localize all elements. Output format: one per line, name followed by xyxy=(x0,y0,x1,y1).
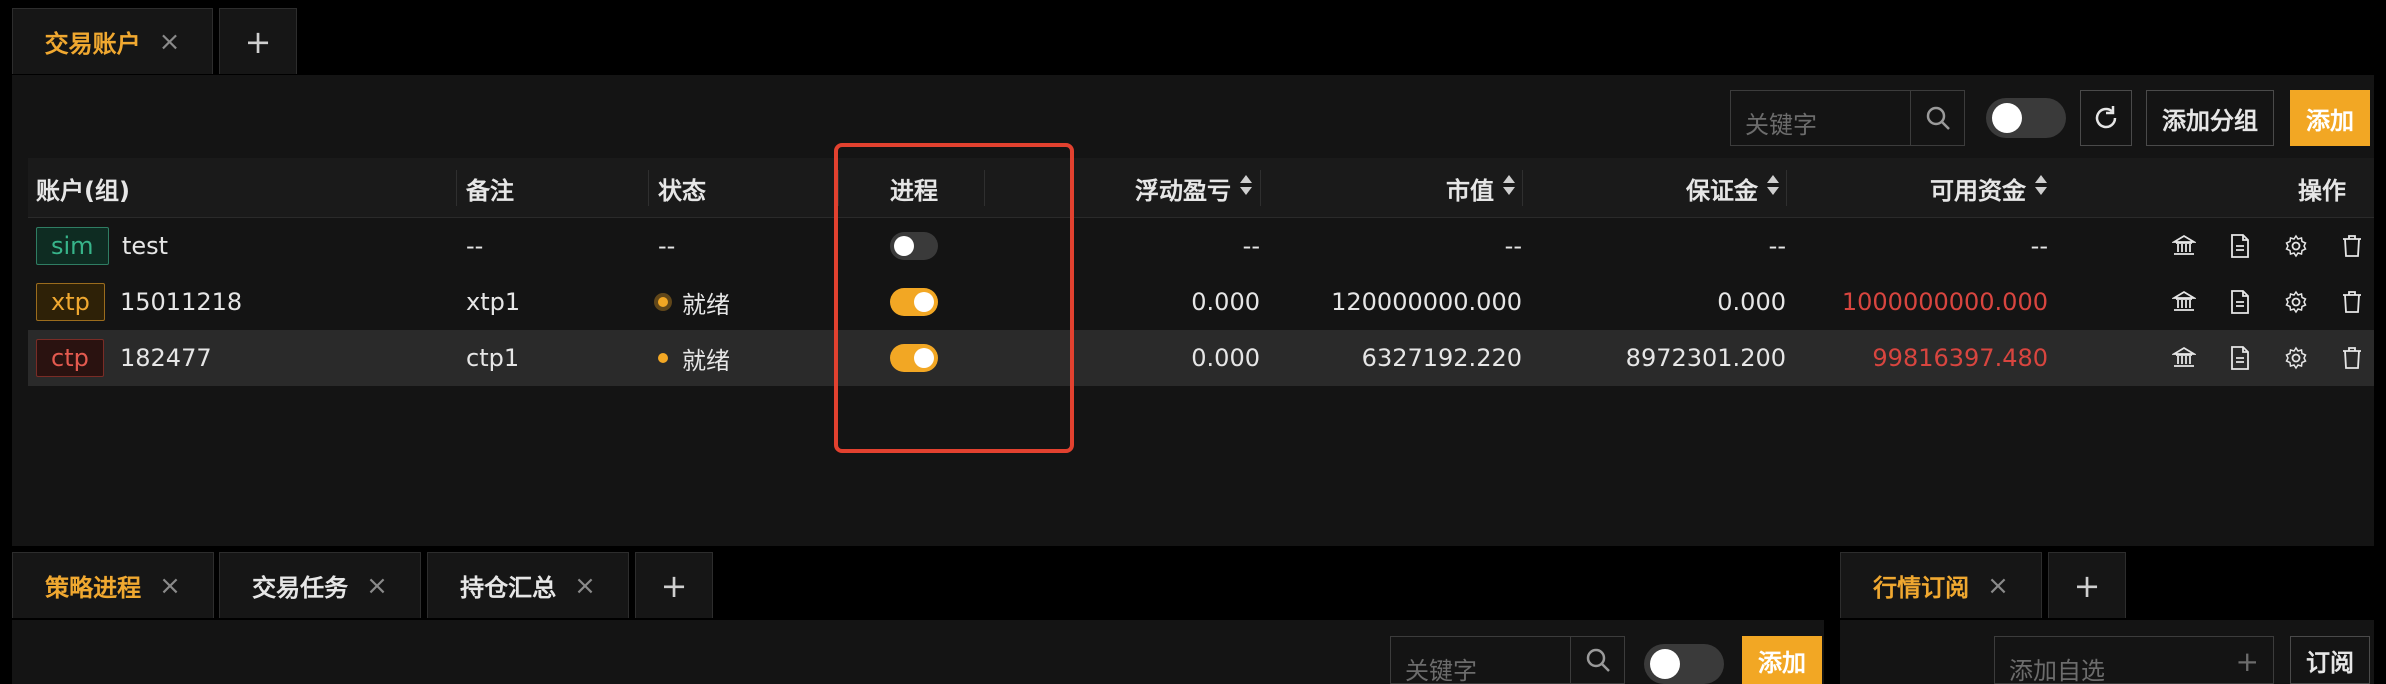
file-icon[interactable] xyxy=(2222,218,2258,274)
col-note: 备注 xyxy=(466,176,514,205)
close-icon[interactable]: × xyxy=(159,571,181,601)
col-float-pnl-label: 浮动盈亏 xyxy=(1135,176,1231,205)
col-status: 状态 xyxy=(658,176,706,205)
col-margin-label: 保证金 xyxy=(1686,176,1758,205)
add-tab-button[interactable]: + xyxy=(219,8,297,74)
search-placeholder: 关键字 xyxy=(1405,657,1477,684)
sort-icon[interactable] xyxy=(2034,173,2048,203)
search-input[interactable]: 关键字 xyxy=(1390,636,1625,684)
market-value-cell: 120000000.000 xyxy=(1331,288,1522,316)
status-cell: -- xyxy=(658,232,676,260)
note-cell: xtp1 xyxy=(466,288,521,316)
col-available[interactable]: 可用资金 xyxy=(1798,158,2048,218)
tab-trade-tasks[interactable]: 交易任务 × xyxy=(219,552,421,618)
trash-icon[interactable] xyxy=(2334,274,2370,330)
tab-position-summary[interactable]: 持仓汇总 × xyxy=(427,552,629,618)
col-margin[interactable]: 保证金 xyxy=(1528,158,1780,218)
tab-label: 交易账户 xyxy=(44,30,141,58)
add-tab-button[interactable]: + xyxy=(2048,552,2126,618)
gear-icon[interactable] xyxy=(2278,330,2314,386)
tab-market-subscription[interactable]: 行情订阅 × xyxy=(1840,552,2042,618)
note-cell: -- xyxy=(466,232,484,260)
available-cell: 1000000000.000 xyxy=(1841,288,2048,316)
col-actions: 操作 xyxy=(2298,176,2346,205)
tab-label: 策略进程 xyxy=(45,574,142,602)
bank-icon[interactable] xyxy=(2166,218,2202,274)
note-cell: ctp1 xyxy=(466,344,520,372)
process-toggle[interactable] xyxy=(890,288,938,316)
process-toggle[interactable] xyxy=(890,232,938,260)
table-row[interactable]: ctp 182477 ctp1 就绪 0.000 6327192.220 897… xyxy=(28,330,2374,386)
col-available-label: 可用资金 xyxy=(1930,176,2026,205)
add-tab-button[interactable]: + xyxy=(635,552,713,618)
tab-label: 交易任务 xyxy=(252,574,349,602)
status-dot xyxy=(658,353,668,363)
gear-icon[interactable] xyxy=(2278,218,2314,274)
sort-icon[interactable] xyxy=(1239,173,1253,203)
close-icon[interactable]: × xyxy=(366,571,388,601)
bank-icon[interactable] xyxy=(2166,274,2202,330)
file-icon[interactable] xyxy=(2222,330,2258,386)
col-market-value[interactable]: 市值 xyxy=(1268,158,1516,218)
process-toggle[interactable] xyxy=(890,344,938,372)
float-pnl-cell: 0.000 xyxy=(1191,344,1260,372)
tab-label: 行情订阅 xyxy=(1873,574,1970,602)
sort-icon[interactable] xyxy=(1766,173,1780,203)
table-row[interactable]: sim test -- -- -- -- -- -- xyxy=(28,218,2374,274)
account-id: test xyxy=(122,232,169,260)
margin-cell: 0.000 xyxy=(1717,288,1786,316)
account-id: 15011218 xyxy=(120,288,243,316)
float-pnl-cell: 0.000 xyxy=(1191,288,1260,316)
account-type-tag: sim xyxy=(36,227,109,265)
margin-cell: -- xyxy=(1768,232,1786,260)
search-placeholder: 关键字 xyxy=(1745,111,1817,139)
col-process: 进程 xyxy=(890,176,938,205)
tab-label: 持仓汇总 xyxy=(460,574,557,602)
col-market-value-label: 市值 xyxy=(1446,176,1494,205)
account-id: 182477 xyxy=(120,344,212,372)
subscribe-button[interactable]: 订阅 xyxy=(2290,636,2370,684)
sort-icon[interactable] xyxy=(1502,173,1516,203)
market-value-cell: 6327192.220 xyxy=(1361,344,1522,372)
search-icon[interactable] xyxy=(1570,637,1624,683)
float-pnl-cell: -- xyxy=(1242,232,1260,260)
tab-trading-accounts[interactable]: 交易账户 × xyxy=(12,8,213,74)
table-row[interactable]: xtp 15011218 xtp1 就绪 0.000 120000000.000… xyxy=(28,274,2374,330)
plus-icon[interactable]: + xyxy=(2236,645,2259,678)
status-dot xyxy=(658,297,668,307)
add-watchlist-input[interactable]: 添加自选 + xyxy=(1994,636,2274,684)
close-icon[interactable]: × xyxy=(574,571,596,601)
top-tabbar: 交易账户 × + xyxy=(0,8,2386,74)
refresh-button[interactable] xyxy=(2080,90,2132,146)
market-value-cell: -- xyxy=(1504,232,1522,260)
file-icon[interactable] xyxy=(2222,274,2258,330)
bank-icon[interactable] xyxy=(2166,330,2202,386)
available-cell: 99816397.480 xyxy=(1872,344,2048,372)
filter-toggle[interactable] xyxy=(1644,644,1724,684)
table-header: 账户(组) 备注 状态 进程 浮动盈亏 市值 保证金 可用资金 操作 xyxy=(28,158,2374,218)
col-account: 账户(组) xyxy=(36,176,130,205)
trash-icon[interactable] xyxy=(2334,330,2370,386)
filter-toggle[interactable] xyxy=(1986,98,2066,138)
margin-cell: 8972301.200 xyxy=(1625,344,1786,372)
search-input[interactable]: 关键字 xyxy=(1730,90,1965,146)
account-type-tag: xtp xyxy=(36,283,105,321)
close-icon[interactable]: × xyxy=(159,27,181,57)
input-placeholder: 添加自选 xyxy=(2009,657,2105,684)
add-group-button[interactable]: 添加分组 xyxy=(2146,90,2274,146)
refresh-icon xyxy=(2095,106,2117,129)
bottom-panels: 策略进程 × 交易任务 × 持仓汇总 × + 关键字 添加 行情订阅 × + 添… xyxy=(0,552,2386,684)
trash-icon[interactable] xyxy=(2334,218,2370,274)
status-text: 就绪 xyxy=(682,346,730,375)
search-icon[interactable] xyxy=(1910,91,1964,145)
add-button[interactable]: 添加 xyxy=(1742,636,1822,684)
close-icon[interactable]: × xyxy=(1987,571,2009,601)
tab-strategy-process[interactable]: 策略进程 × xyxy=(12,552,214,618)
available-cell: -- xyxy=(2030,232,2048,260)
col-float-pnl[interactable]: 浮动盈亏 xyxy=(1028,158,1253,218)
status-text: 就绪 xyxy=(682,290,730,319)
add-account-button[interactable]: 添加 xyxy=(2290,90,2370,146)
account-type-tag: ctp xyxy=(36,339,104,377)
gear-icon[interactable] xyxy=(2278,274,2314,330)
